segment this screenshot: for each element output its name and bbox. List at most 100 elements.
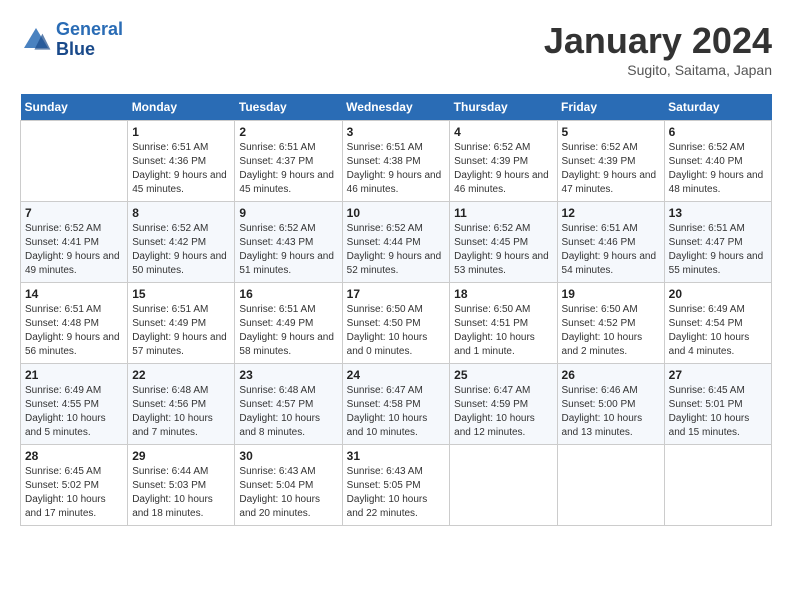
col-header-wednesday: Wednesday — [342, 94, 450, 121]
calendar-cell: 2Sunrise: 6:51 AMSunset: 4:37 PMDaylight… — [235, 121, 342, 202]
day-info: Sunrise: 6:52 AMSunset: 4:42 PMDaylight:… — [132, 222, 230, 278]
day-info: Sunrise: 6:52 AMSunset: 4:45 PMDaylight:… — [454, 222, 552, 278]
location: Sugito, Saitama, Japan — [544, 62, 772, 78]
day-number: 10 — [347, 206, 446, 220]
logo-general: General — [56, 19, 123, 39]
day-number: 12 — [562, 206, 660, 220]
calendar-cell: 11 Sunrise: 6:52 AMSunset: 4:45 PMDayligh… — [450, 202, 557, 283]
day-info: Sunrise: 6:52 AMSunset: 4:41 PMDaylight:… — [25, 222, 123, 278]
title-block: January 2024 Sugito, Saitama, Japan — [544, 20, 772, 78]
calendar-cell: 4 Sunrise: 6:52 AMSunset: 4:39 PMDaylight… — [450, 121, 557, 202]
calendar-cell: 30 Sunrise: 6:43 AMSunset: 5:04 PMDayligh… — [235, 445, 342, 526]
day-number: 18 — [454, 287, 552, 301]
day-info: Sunrise: 6:51 AMSunset: 4:49 PMDaylight:… — [239, 303, 337, 359]
calendar-cell: 5 Sunrise: 6:52 AMSunset: 4:39 PMDaylight… — [557, 121, 664, 202]
calendar-cell: 8Sunrise: 6:52 AMSunset: 4:42 PMDaylight… — [128, 202, 235, 283]
logo-text: General Blue — [56, 20, 123, 60]
calendar-cell: 3 Sunrise: 6:51 AMSunset: 4:38 PMDaylight… — [342, 121, 450, 202]
calendar-table: SundayMondayTuesdayWednesdayThursdayFrid… — [20, 94, 772, 526]
day-number: 1 — [132, 125, 230, 139]
day-number: 25 — [454, 368, 552, 382]
calendar-cell: 10 Sunrise: 6:52 AMSunset: 4:44 PMDayligh… — [342, 202, 450, 283]
calendar-header-row: SundayMondayTuesdayWednesdayThursdayFrid… — [21, 94, 772, 121]
day-info: Sunrise: 6:43 AMSunset: 5:04 PMDaylight:… — [239, 465, 337, 521]
day-info: Sunrise: 6:52 AMSunset: 4:43 PMDaylight:… — [239, 222, 337, 278]
day-info: Sunrise: 6:45 AMSunset: 5:02 PMDaylight:… — [25, 465, 123, 521]
calendar-cell: 17 Sunrise: 6:50 AMSunset: 4:50 PMDayligh… — [342, 283, 450, 364]
day-number: 17 — [347, 287, 446, 301]
page-header: General Blue January 2024 Sugito, Saitam… — [20, 20, 772, 78]
calendar-cell: 29 Sunrise: 6:44 AMSunset: 5:03 PMDayligh… — [128, 445, 235, 526]
day-info: Sunrise: 6:51 AMSunset: 4:47 PMDaylight:… — [669, 222, 767, 278]
day-info: Sunrise: 6:45 AMSunset: 5:01 PMDaylight:… — [669, 384, 767, 440]
day-info: Sunrise: 6:43 AMSunset: 5:05 PMDaylight:… — [347, 465, 446, 521]
calendar-cell — [664, 445, 771, 526]
day-number: 14 — [25, 287, 123, 301]
day-number: 15 — [132, 287, 230, 301]
day-number: 31 — [347, 449, 446, 463]
day-info: Sunrise: 6:49 AMSunset: 4:54 PMDaylight:… — [669, 303, 767, 359]
day-info: Sunrise: 6:51 AMSunset: 4:46 PMDaylight:… — [562, 222, 660, 278]
calendar-cell: 12 Sunrise: 6:51 AMSunset: 4:46 PMDayligh… — [557, 202, 664, 283]
day-info: Sunrise: 6:50 AMSunset: 4:52 PMDaylight:… — [562, 303, 660, 359]
day-info: Sunrise: 6:50 AMSunset: 4:50 PMDaylight:… — [347, 303, 446, 359]
calendar-cell: 6Sunrise: 6:52 AMSunset: 4:40 PMDaylight… — [664, 121, 771, 202]
day-info: Sunrise: 6:51 AMSunset: 4:49 PMDaylight:… — [132, 303, 230, 359]
day-info: Sunrise: 6:47 AMSunset: 4:59 PMDaylight:… — [454, 384, 552, 440]
calendar-cell: 13 Sunrise: 6:51 AMSunset: 4:47 PMDayligh… — [664, 202, 771, 283]
day-number: 19 — [562, 287, 660, 301]
col-header-sunday: Sunday — [21, 94, 128, 121]
day-info: Sunrise: 6:52 AMSunset: 4:44 PMDaylight:… — [347, 222, 446, 278]
calendar-cell: 19 Sunrise: 6:50 AMSunset: 4:52 PMDayligh… — [557, 283, 664, 364]
day-info: Sunrise: 6:47 AMSunset: 4:58 PMDaylight:… — [347, 384, 446, 440]
calendar-cell: 16Sunrise: 6:51 AMSunset: 4:49 PMDayligh… — [235, 283, 342, 364]
col-header-saturday: Saturday — [664, 94, 771, 121]
calendar-cell: 24 Sunrise: 6:47 AMSunset: 4:58 PMDayligh… — [342, 364, 450, 445]
day-number: 6 — [669, 125, 767, 139]
day-info: Sunrise: 6:52 AMSunset: 4:39 PMDaylight:… — [454, 141, 552, 197]
day-info: Sunrise: 6:48 AMSunset: 4:57 PMDaylight:… — [239, 384, 337, 440]
calendar-cell — [450, 445, 557, 526]
day-number: 21 — [25, 368, 123, 382]
calendar-cell: 25 Sunrise: 6:47 AMSunset: 4:59 PMDayligh… — [450, 364, 557, 445]
logo-icon — [20, 24, 52, 56]
calendar-cell: 15 Sunrise: 6:51 AMSunset: 4:49 PMDayligh… — [128, 283, 235, 364]
day-number: 28 — [25, 449, 123, 463]
calendar-cell: 28 Sunrise: 6:45 AMSunset: 5:02 PMDayligh… — [21, 445, 128, 526]
day-number: 26 — [562, 368, 660, 382]
col-header-thursday: Thursday — [450, 94, 557, 121]
day-number: 4 — [454, 125, 552, 139]
day-number: 20 — [669, 287, 767, 301]
calendar-cell: 22Sunrise: 6:48 AMSunset: 4:56 PMDayligh… — [128, 364, 235, 445]
calendar-cell: 1Sunrise: 6:51 AMSunset: 4:36 PMDaylight… — [128, 121, 235, 202]
day-number: 29 — [132, 449, 230, 463]
calendar-cell: 31 Sunrise: 6:43 AMSunset: 5:05 PMDayligh… — [342, 445, 450, 526]
day-number: 30 — [239, 449, 337, 463]
day-number: 27 — [669, 368, 767, 382]
col-header-friday: Friday — [557, 94, 664, 121]
day-info: Sunrise: 6:44 AMSunset: 5:03 PMDaylight:… — [132, 465, 230, 521]
day-number: 24 — [347, 368, 446, 382]
day-number: 5 — [562, 125, 660, 139]
day-info: Sunrise: 6:51 AMSunset: 4:38 PMDaylight:… — [347, 141, 446, 197]
day-info: Sunrise: 6:51 AMSunset: 4:37 PMDaylight:… — [239, 141, 337, 197]
calendar-cell: 9 Sunrise: 6:52 AMSunset: 4:43 PMDaylight… — [235, 202, 342, 283]
day-number: 23 — [239, 368, 337, 382]
calendar-cell: 18 Sunrise: 6:50 AMSunset: 4:51 PMDayligh… — [450, 283, 557, 364]
day-info: Sunrise: 6:49 AMSunset: 4:55 PMDaylight:… — [25, 384, 123, 440]
day-number: 9 — [239, 206, 337, 220]
calendar-cell: 27 Sunrise: 6:45 AMSunset: 5:01 PMDayligh… — [664, 364, 771, 445]
day-info: Sunrise: 6:52 AMSunset: 4:39 PMDaylight:… — [562, 141, 660, 197]
calendar-week-2: 7Sunrise: 6:52 AMSunset: 4:41 PMDaylight… — [21, 202, 772, 283]
day-number: 13 — [669, 206, 767, 220]
logo-blue: Blue — [56, 39, 95, 59]
day-number: 22 — [132, 368, 230, 382]
calendar-cell: 21 Sunrise: 6:49 AMSunset: 4:55 PMDayligh… — [21, 364, 128, 445]
day-number: 11 — [454, 206, 552, 220]
col-header-tuesday: Tuesday — [235, 94, 342, 121]
calendar-cell: 20 Sunrise: 6:49 AMSunset: 4:54 PMDayligh… — [664, 283, 771, 364]
day-number: 3 — [347, 125, 446, 139]
calendar-cell: 26Sunrise: 6:46 AMSunset: 5:00 PMDayligh… — [557, 364, 664, 445]
day-info: Sunrise: 6:50 AMSunset: 4:51 PMDaylight:… — [454, 303, 552, 359]
day-info: Sunrise: 6:51 AMSunset: 4:48 PMDaylight:… — [25, 303, 123, 359]
